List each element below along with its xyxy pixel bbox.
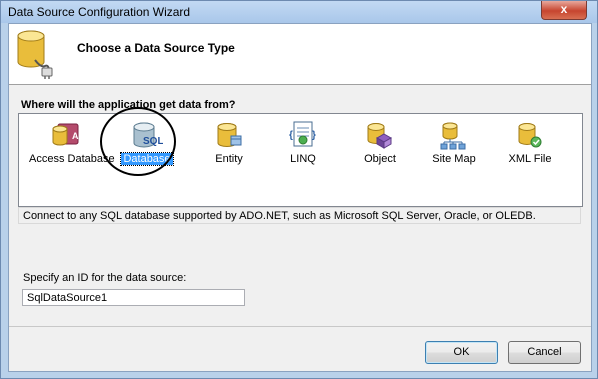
svg-text:A: A: [72, 131, 79, 141]
cancel-button[interactable]: Cancel: [508, 341, 581, 364]
close-icon: x: [560, 2, 568, 16]
database-plug-icon: [17, 30, 53, 79]
xml-file-icon: [518, 123, 542, 148]
list-item-database[interactable]: SQL Database: [109, 120, 185, 172]
list-item-label: Site Map: [432, 153, 476, 165]
ok-button[interactable]: OK: [425, 341, 498, 364]
sql-database-icon: SQL: [133, 122, 163, 148]
footer-divider: [9, 326, 591, 327]
wizard-window: Data Source Configuration Wizard x Choos…: [0, 0, 598, 379]
list-item-linq[interactable]: { } LINQ: [265, 120, 341, 172]
list-item-entity[interactable]: Entity: [191, 120, 267, 172]
close-button[interactable]: x: [541, 1, 587, 20]
list-item-label: Entity: [215, 153, 243, 165]
data-source-list[interactable]: A Access Database SQL Database Entity {…: [18, 113, 583, 207]
list-item-label: LINQ: [290, 153, 316, 165]
list-item-label: Access Database: [29, 153, 115, 165]
svg-text:}: }: [312, 130, 316, 141]
list-item-object[interactable]: Object: [342, 120, 418, 172]
wizard-header: Choose a Data Source Type: [9, 24, 591, 85]
page-title: Choose a Data Source Type: [77, 41, 235, 55]
data-source-id-input[interactable]: [22, 289, 245, 306]
wizard-client-area: Choose a Data Source Type Where will the…: [8, 23, 592, 372]
window-title: Data Source Configuration Wizard: [8, 5, 191, 19]
entity-icon: [217, 123, 242, 147]
object-icon: [367, 123, 393, 149]
list-item-access-database[interactable]: A Access Database: [27, 120, 115, 172]
list-item-label: XML File: [508, 153, 552, 165]
title-bar[interactable]: Data Source Configuration Wizard x: [1, 1, 597, 23]
list-item-label: Object: [364, 153, 396, 165]
list-item-site-map[interactable]: Site Map: [416, 120, 492, 172]
data-source-question: Where will the application get data from…: [21, 99, 236, 111]
id-field-label: Specify an ID for the data source:: [23, 272, 187, 284]
data-source-description: Connect to any SQL database supported by…: [18, 207, 581, 224]
list-item-label-selected: Database: [120, 152, 174, 166]
list-item-xml-file[interactable]: XML File: [492, 120, 568, 172]
svg-text:{: {: [289, 130, 293, 141]
site-map-icon: [440, 122, 466, 150]
access-database-icon: A: [52, 123, 79, 146]
sql-icon-text: SQL: [143, 136, 163, 147]
linq-icon: { }: [289, 121, 316, 147]
